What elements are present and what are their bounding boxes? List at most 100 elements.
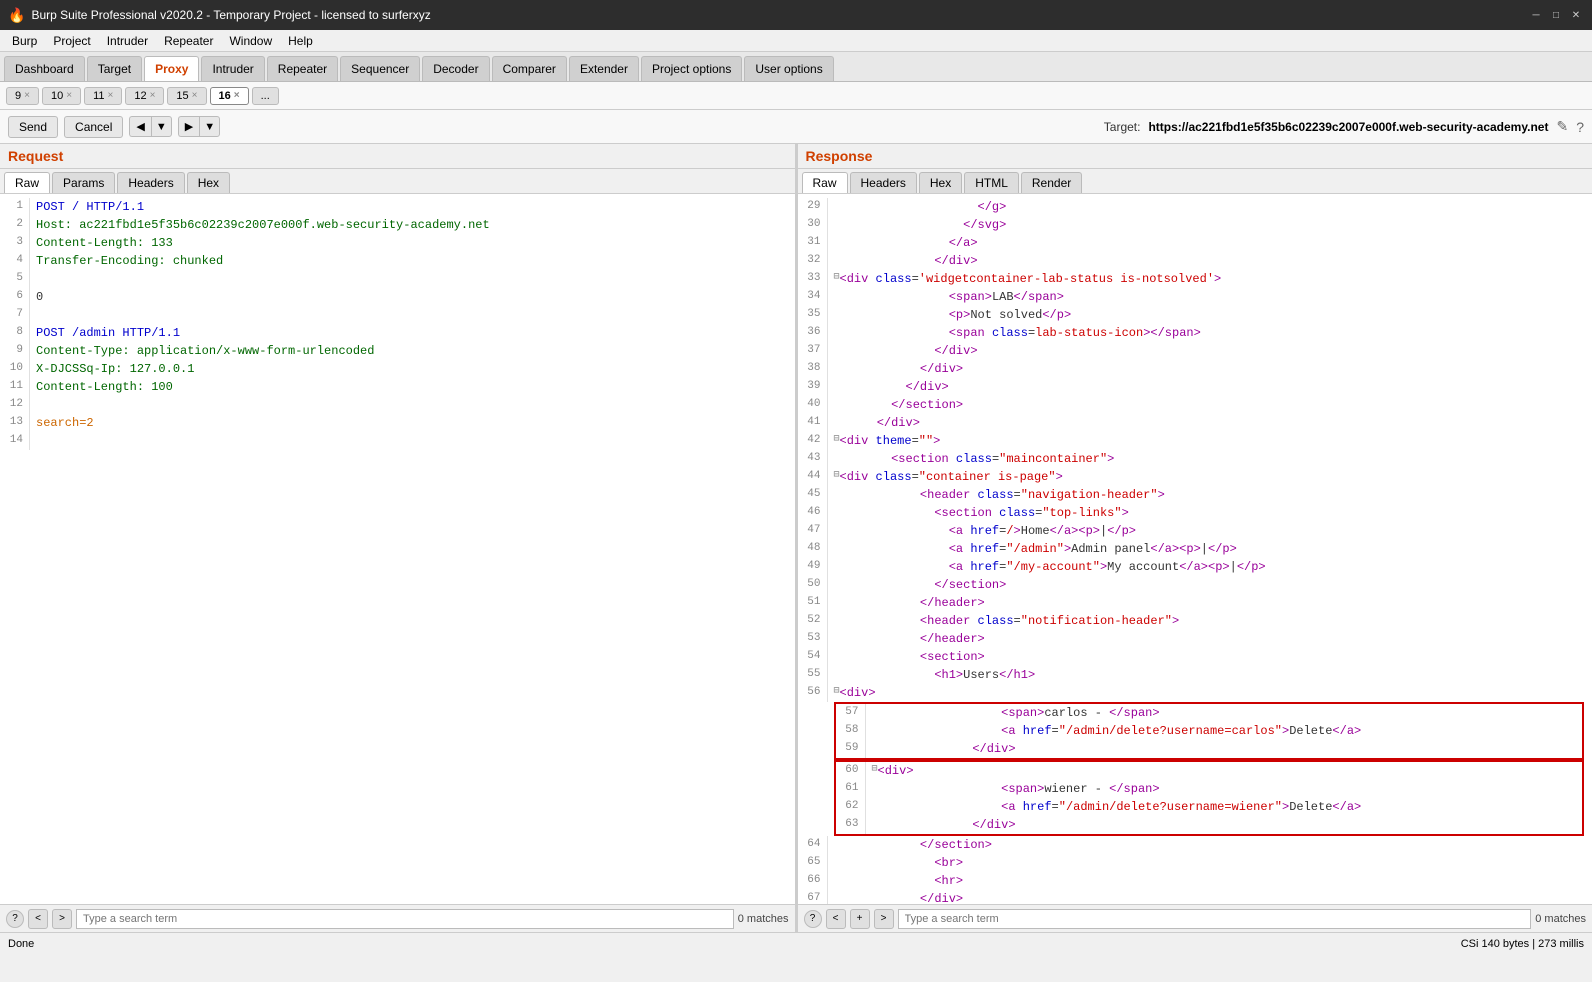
response-tab-headers[interactable]: Headers (850, 172, 917, 193)
menu-bar: Burp Project Intruder Repeater Window He… (0, 30, 1592, 52)
response-line-66: 66 <hr> (798, 872, 1592, 890)
request-search-prev[interactable]: < (28, 909, 48, 929)
response-line-38: 38 </div> (798, 360, 1592, 378)
response-search-next[interactable]: > (874, 909, 894, 929)
response-help-btn[interactable]: ? (804, 910, 822, 928)
request-line-3: 3 Content-Length: 133 (0, 234, 795, 252)
subtab-9[interactable]: 9 × (6, 87, 39, 105)
request-line-13: 13 search=2 (0, 414, 795, 432)
maximize-button[interactable]: □ (1548, 7, 1564, 23)
nav-prev-dropdown[interactable]: ▼ (151, 116, 172, 137)
response-line-54: 54 <section> (798, 648, 1592, 666)
request-line-6: 6 0 (0, 288, 795, 306)
tab-comparer[interactable]: Comparer (492, 56, 567, 81)
response-line-34: 34 <span>LAB</span> (798, 288, 1592, 306)
menu-burp[interactable]: Burp (4, 32, 45, 50)
minimize-button[interactable]: ─ (1528, 7, 1544, 23)
panels-container: Request Raw Params Headers Hex 1 POST / … (0, 144, 1592, 932)
response-tabs: Raw Headers Hex HTML Render (798, 169, 1592, 194)
tab-sequencer[interactable]: Sequencer (340, 56, 420, 81)
response-search-input[interactable] (898, 909, 1532, 929)
title-bar-controls[interactable]: ─ □ ✕ (1528, 7, 1584, 23)
tab-target[interactable]: Target (87, 56, 142, 81)
subtab-16[interactable]: 16 × (210, 87, 249, 105)
tab-repeater[interactable]: Repeater (267, 56, 338, 81)
status-bar: Done CSi 140 bytes | 273 millis (0, 932, 1592, 954)
menu-help[interactable]: Help (280, 32, 321, 50)
nav-next-dropdown[interactable]: ▼ (199, 116, 220, 137)
cancel-button[interactable]: Cancel (64, 116, 123, 138)
request-line-8: 8 POST /admin HTTP/1.1 (0, 324, 795, 342)
response-tab-hex[interactable]: Hex (919, 172, 962, 193)
tab-dashboard[interactable]: Dashboard (4, 56, 85, 81)
response-search-add[interactable]: + (850, 909, 870, 929)
request-tab-raw[interactable]: Raw (4, 172, 50, 193)
request-tab-headers[interactable]: Headers (117, 172, 184, 193)
response-line-45: 45 <header class="navigation-header"> (798, 486, 1592, 504)
request-search-bar: ? < > 0 matches (0, 904, 795, 932)
response-line-56: 56 ⊟ <div> (798, 684, 1592, 702)
response-tab-raw[interactable]: Raw (802, 172, 848, 193)
response-line-48: 48 <a href="/admin">Admin panel</a><p>|<… (798, 540, 1592, 558)
response-line-32: 32 </div> (798, 252, 1592, 270)
tab-user-options[interactable]: User options (744, 56, 833, 81)
response-search-matches: 0 matches (1535, 913, 1586, 925)
nav-right-group[interactable]: ▶ ▼ (178, 116, 220, 137)
request-line-12: 12 (0, 396, 795, 414)
response-line-46: 46 <section class="top-links"> (798, 504, 1592, 522)
request-panel: Request Raw Params Headers Hex 1 POST / … (0, 144, 798, 932)
request-help-btn[interactable]: ? (6, 910, 24, 928)
target-edit-icon[interactable]: ✎ (1556, 118, 1568, 135)
request-search-input[interactable] (76, 909, 734, 929)
menu-window[interactable]: Window (221, 32, 280, 50)
tab-decoder[interactable]: Decoder (422, 56, 489, 81)
response-line-37: 37 </div> (798, 342, 1592, 360)
request-tab-params[interactable]: Params (52, 172, 115, 193)
main-tab-bar: Dashboard Target Proxy Intruder Repeater… (0, 52, 1592, 82)
tab-proxy[interactable]: Proxy (144, 56, 199, 81)
response-code-area[interactable]: 29 </g> 30 </svg> 31 </a> 32 (798, 194, 1592, 904)
tab-extender[interactable]: Extender (569, 56, 639, 81)
response-line-57: 57 <span>carlos - </span> (836, 704, 1583, 722)
request-line-7: 7 (0, 306, 795, 324)
response-tab-render[interactable]: Render (1021, 172, 1082, 193)
response-tab-html[interactable]: HTML (964, 172, 1019, 193)
response-line-67: 67 </div> (798, 890, 1592, 904)
close-button[interactable]: ✕ (1568, 7, 1584, 23)
send-button[interactable]: Send (8, 116, 58, 138)
menu-intruder[interactable]: Intruder (99, 32, 156, 50)
request-line-2: 2 Host: ac221fbd1e5f35b6c02239c2007e000f… (0, 216, 795, 234)
toolbar: Send Cancel ◀ ▼ ▶ ▼ Target: https://ac22… (0, 110, 1592, 144)
request-search-next[interactable]: > (52, 909, 72, 929)
response-line-41: 41 </div> (798, 414, 1592, 432)
request-tab-hex[interactable]: Hex (187, 172, 230, 193)
response-search-prev[interactable]: < (826, 909, 846, 929)
response-line-29: 29 </g> (798, 198, 1592, 216)
target-help-icon[interactable]: ? (1576, 119, 1584, 135)
menu-repeater[interactable]: Repeater (156, 32, 221, 50)
response-line-52: 52 <header class="notification-header"> (798, 612, 1592, 630)
window-title: Burp Suite Professional v2020.2 - Tempor… (31, 8, 430, 22)
request-line-4: 4 Transfer-Encoding: chunked (0, 252, 795, 270)
response-line-47: 47 <a href=/>Home</a><p>|</p> (798, 522, 1592, 540)
response-line-31: 31 </a> (798, 234, 1592, 252)
response-line-63: 63 </div> (836, 816, 1583, 834)
subtab-10[interactable]: 10 × (42, 87, 81, 105)
request-code-area[interactable]: 1 POST / HTTP/1.1 2 Host: ac221fbd1e5f35… (0, 194, 795, 904)
subtab-12[interactable]: 12 × (125, 87, 164, 105)
subtab-more[interactable]: ... (252, 87, 279, 105)
nav-prev-button[interactable]: ◀ (129, 116, 150, 137)
response-line-53: 53 </header> (798, 630, 1592, 648)
menu-project[interactable]: Project (45, 32, 98, 50)
response-line-61: 61 <span>wiener - </span> (836, 780, 1583, 798)
subtab-15[interactable]: 15 × (167, 87, 206, 105)
response-line-39: 39 </div> (798, 378, 1592, 396)
response-line-64: 64 </section> (798, 836, 1592, 854)
response-line-35: 35 <p>Not solved</p> (798, 306, 1592, 324)
nav-next-button[interactable]: ▶ (178, 116, 199, 137)
subtab-11[interactable]: 11 × (84, 87, 122, 105)
tab-intruder[interactable]: Intruder (201, 56, 264, 81)
request-search-matches: 0 matches (738, 913, 789, 925)
nav-left-group[interactable]: ◀ ▼ (129, 116, 171, 137)
tab-project-options[interactable]: Project options (641, 56, 742, 81)
